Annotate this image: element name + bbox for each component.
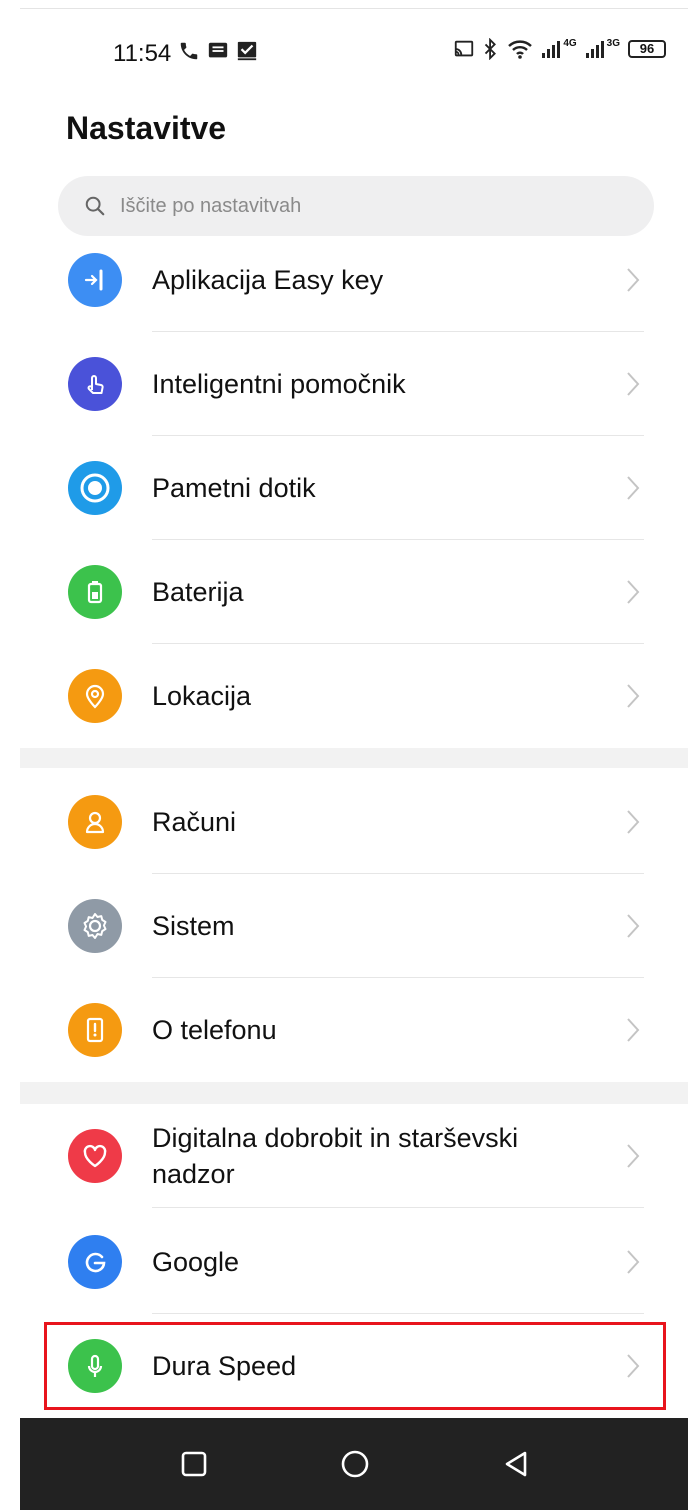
settings-item-label: Računi [152, 807, 237, 837]
phone-icon [180, 42, 198, 60]
settings-item-battery[interactable]: Baterija [20, 540, 688, 644]
back-button[interactable] [486, 1434, 546, 1494]
settings-item-intelligent-assistant[interactable]: Inteligentni pomočnik [20, 332, 688, 436]
wifi-icon [508, 40, 533, 59]
chevron-right-icon [627, 476, 640, 500]
chevron-right-icon [627, 268, 640, 292]
network-3g-label: 3G [606, 38, 620, 49]
chevron-right-icon [627, 1354, 640, 1378]
search-icon [85, 196, 105, 216]
settings-item-label: Google [152, 1247, 240, 1277]
gear-icon [68, 899, 122, 953]
chevron-right-icon [627, 684, 640, 708]
screenshot-frame-left [0, 0, 20, 1510]
easy-key-icon [68, 253, 122, 307]
settings-item-google[interactable]: Google [20, 1210, 688, 1314]
person-icon [68, 795, 122, 849]
settings-screen: 11:54 4G 3G 96 Nastavitve Iščite po nast… [0, 0, 688, 1510]
divider [152, 1207, 644, 1208]
checkbox-icon [237, 41, 257, 61]
chevron-right-icon [627, 810, 640, 834]
section-separator [20, 748, 688, 768]
settings-item-about-phone[interactable]: O telefonu [20, 978, 688, 1082]
chevron-right-icon [627, 580, 640, 604]
search-input[interactable] [118, 193, 602, 219]
settings-item-location[interactable]: Lokacija [20, 644, 688, 748]
dura-speed-icon [68, 1339, 122, 1393]
hand-pointer-icon [68, 357, 122, 411]
settings-item-label: Aplikacija Easy key [152, 265, 384, 295]
bluetooth-icon [485, 38, 497, 60]
chevron-right-icon [627, 372, 640, 396]
search-bar[interactable] [58, 176, 654, 236]
heart-icon [68, 1129, 122, 1183]
status-time: 11:54 [113, 40, 172, 67]
navigation-bar [20, 1418, 688, 1510]
chevron-right-icon [627, 1250, 640, 1274]
battery-indicator: 96 [628, 40, 666, 58]
settings-item-label: Baterija [152, 577, 244, 607]
section-separator [20, 1082, 688, 1104]
battery-icon [68, 565, 122, 619]
settings-item-label: Pametni dotik [152, 473, 316, 503]
status-icons-right: 4G 3G 96 [453, 38, 666, 60]
screenshot-frame-top [0, 0, 688, 9]
smart-touch-icon [68, 461, 122, 515]
settings-item-label: Sistem [152, 911, 235, 941]
message-icon [208, 42, 228, 58]
phone-info-icon [68, 1003, 122, 1057]
recents-square-icon [181, 1451, 207, 1477]
recents-button[interactable] [164, 1434, 224, 1494]
settings-item-dura-speed[interactable]: Dura Speed [20, 1314, 688, 1418]
network-4g-label: 4G [563, 38, 577, 49]
settings-item-system[interactable]: Sistem [20, 874, 688, 978]
signal-4g-icon: 4G [541, 38, 577, 59]
settings-item-easy-key[interactable]: Aplikacija Easy key [20, 228, 688, 332]
settings-item-label: O telefonu [152, 1015, 277, 1045]
settings-item-label: Inteligentni pomočnik [152, 369, 406, 399]
settings-item-label: Dura Speed [152, 1351, 297, 1381]
back-triangle-icon [505, 1451, 527, 1477]
signal-3g-icon: 3G [585, 38, 620, 59]
settings-item-label: Digitalna dobrobit in starševski nadzor [152, 1123, 519, 1189]
location-pin-icon [68, 669, 122, 723]
chevron-right-icon [627, 914, 640, 938]
home-button[interactable] [325, 1434, 385, 1494]
settings-item-digital-wellbeing[interactable]: Digitalna dobrobit in starševski nadzor [20, 1104, 688, 1208]
status-bar: 11:54 4G 3G 96 [20, 10, 688, 94]
google-icon [68, 1235, 122, 1289]
chevron-right-icon [627, 1144, 640, 1168]
settings-item-smart-touch[interactable]: Pametni dotik [20, 436, 688, 540]
home-circle-icon [341, 1450, 369, 1478]
chevron-right-icon [627, 1018, 640, 1042]
page-title: Nastavitve [66, 110, 227, 146]
settings-item-accounts[interactable]: Računi [20, 770, 688, 874]
settings-item-label: Lokacija [152, 681, 252, 711]
cast-icon [455, 40, 474, 57]
